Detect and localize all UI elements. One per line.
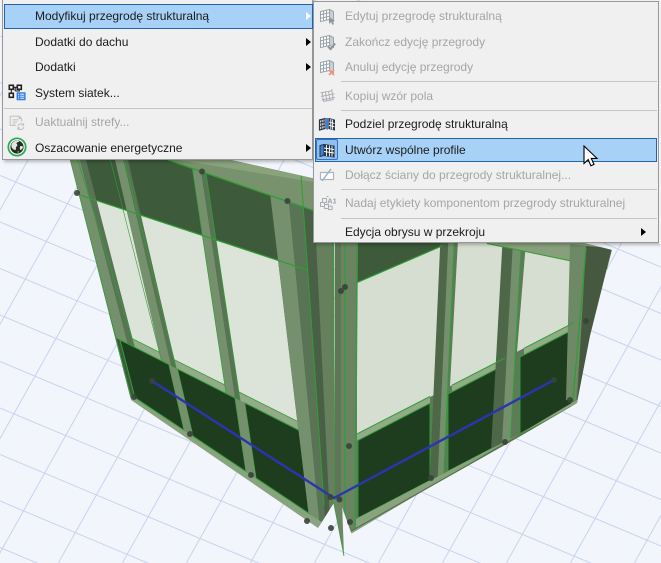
svg-text:A1: A1 [327,197,336,206]
